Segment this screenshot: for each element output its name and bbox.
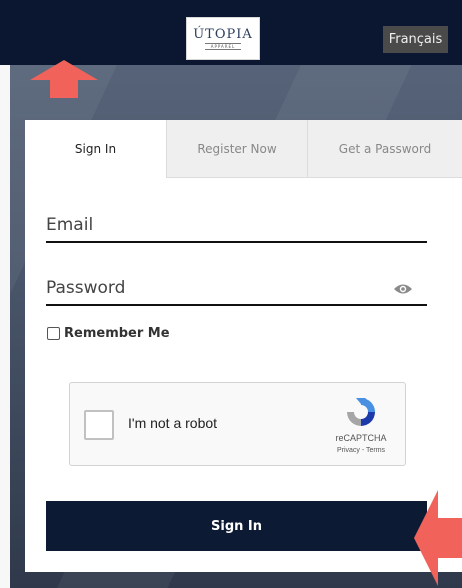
auth-tabs: Sign In Register Now Get a Password <box>25 120 462 178</box>
recaptcha-terms-link[interactable]: Terms <box>366 447 385 454</box>
logo-subtext: APPAREL <box>204 43 242 50</box>
remember-me-label: Remember Me <box>64 326 170 341</box>
sign-in-button[interactable]: Sign In <box>46 501 427 551</box>
recaptcha-privacy-link[interactable]: Privacy <box>337 447 360 454</box>
recaptcha-links: Privacy - Terms <box>326 447 396 454</box>
recaptcha-label: I'm not a robot <box>128 415 218 431</box>
annotation-arrow-up-icon <box>30 60 98 98</box>
password-field[interactable]: Password <box>46 271 427 306</box>
recaptcha-logo-icon <box>347 398 375 426</box>
tab-register-now[interactable]: Register Now <box>166 120 307 178</box>
remember-me[interactable]: Remember Me <box>47 326 170 341</box>
tab-get-a-password[interactable]: Get a Password <box>307 120 462 178</box>
remember-me-checkbox[interactable] <box>47 327 60 340</box>
annotation-arrow-left-icon <box>414 490 462 586</box>
recaptcha-brand: reCAPTCHA <box>335 433 387 443</box>
password-label: Password <box>46 278 126 298</box>
language-toggle-button[interactable]: Français <box>383 26 448 53</box>
utopia-logo[interactable]: ÚTOPIA APPAREL <box>186 17 260 60</box>
recaptcha-checkbox[interactable] <box>84 410 114 440</box>
tab-sign-in[interactable]: Sign In <box>25 120 166 178</box>
email-field[interactable]: Email <box>46 208 427 243</box>
logo-text: ÚTOPIA <box>193 27 253 42</box>
recaptcha-widget: I'm not a robot reCAPTCHA Privacy - Term… <box>69 382 406 466</box>
email-label: Email <box>46 215 94 235</box>
left-edge <box>0 0 10 588</box>
login-card: Sign In Register Now Get a Password Emai… <box>25 120 462 572</box>
eye-icon[interactable] <box>393 283 413 295</box>
